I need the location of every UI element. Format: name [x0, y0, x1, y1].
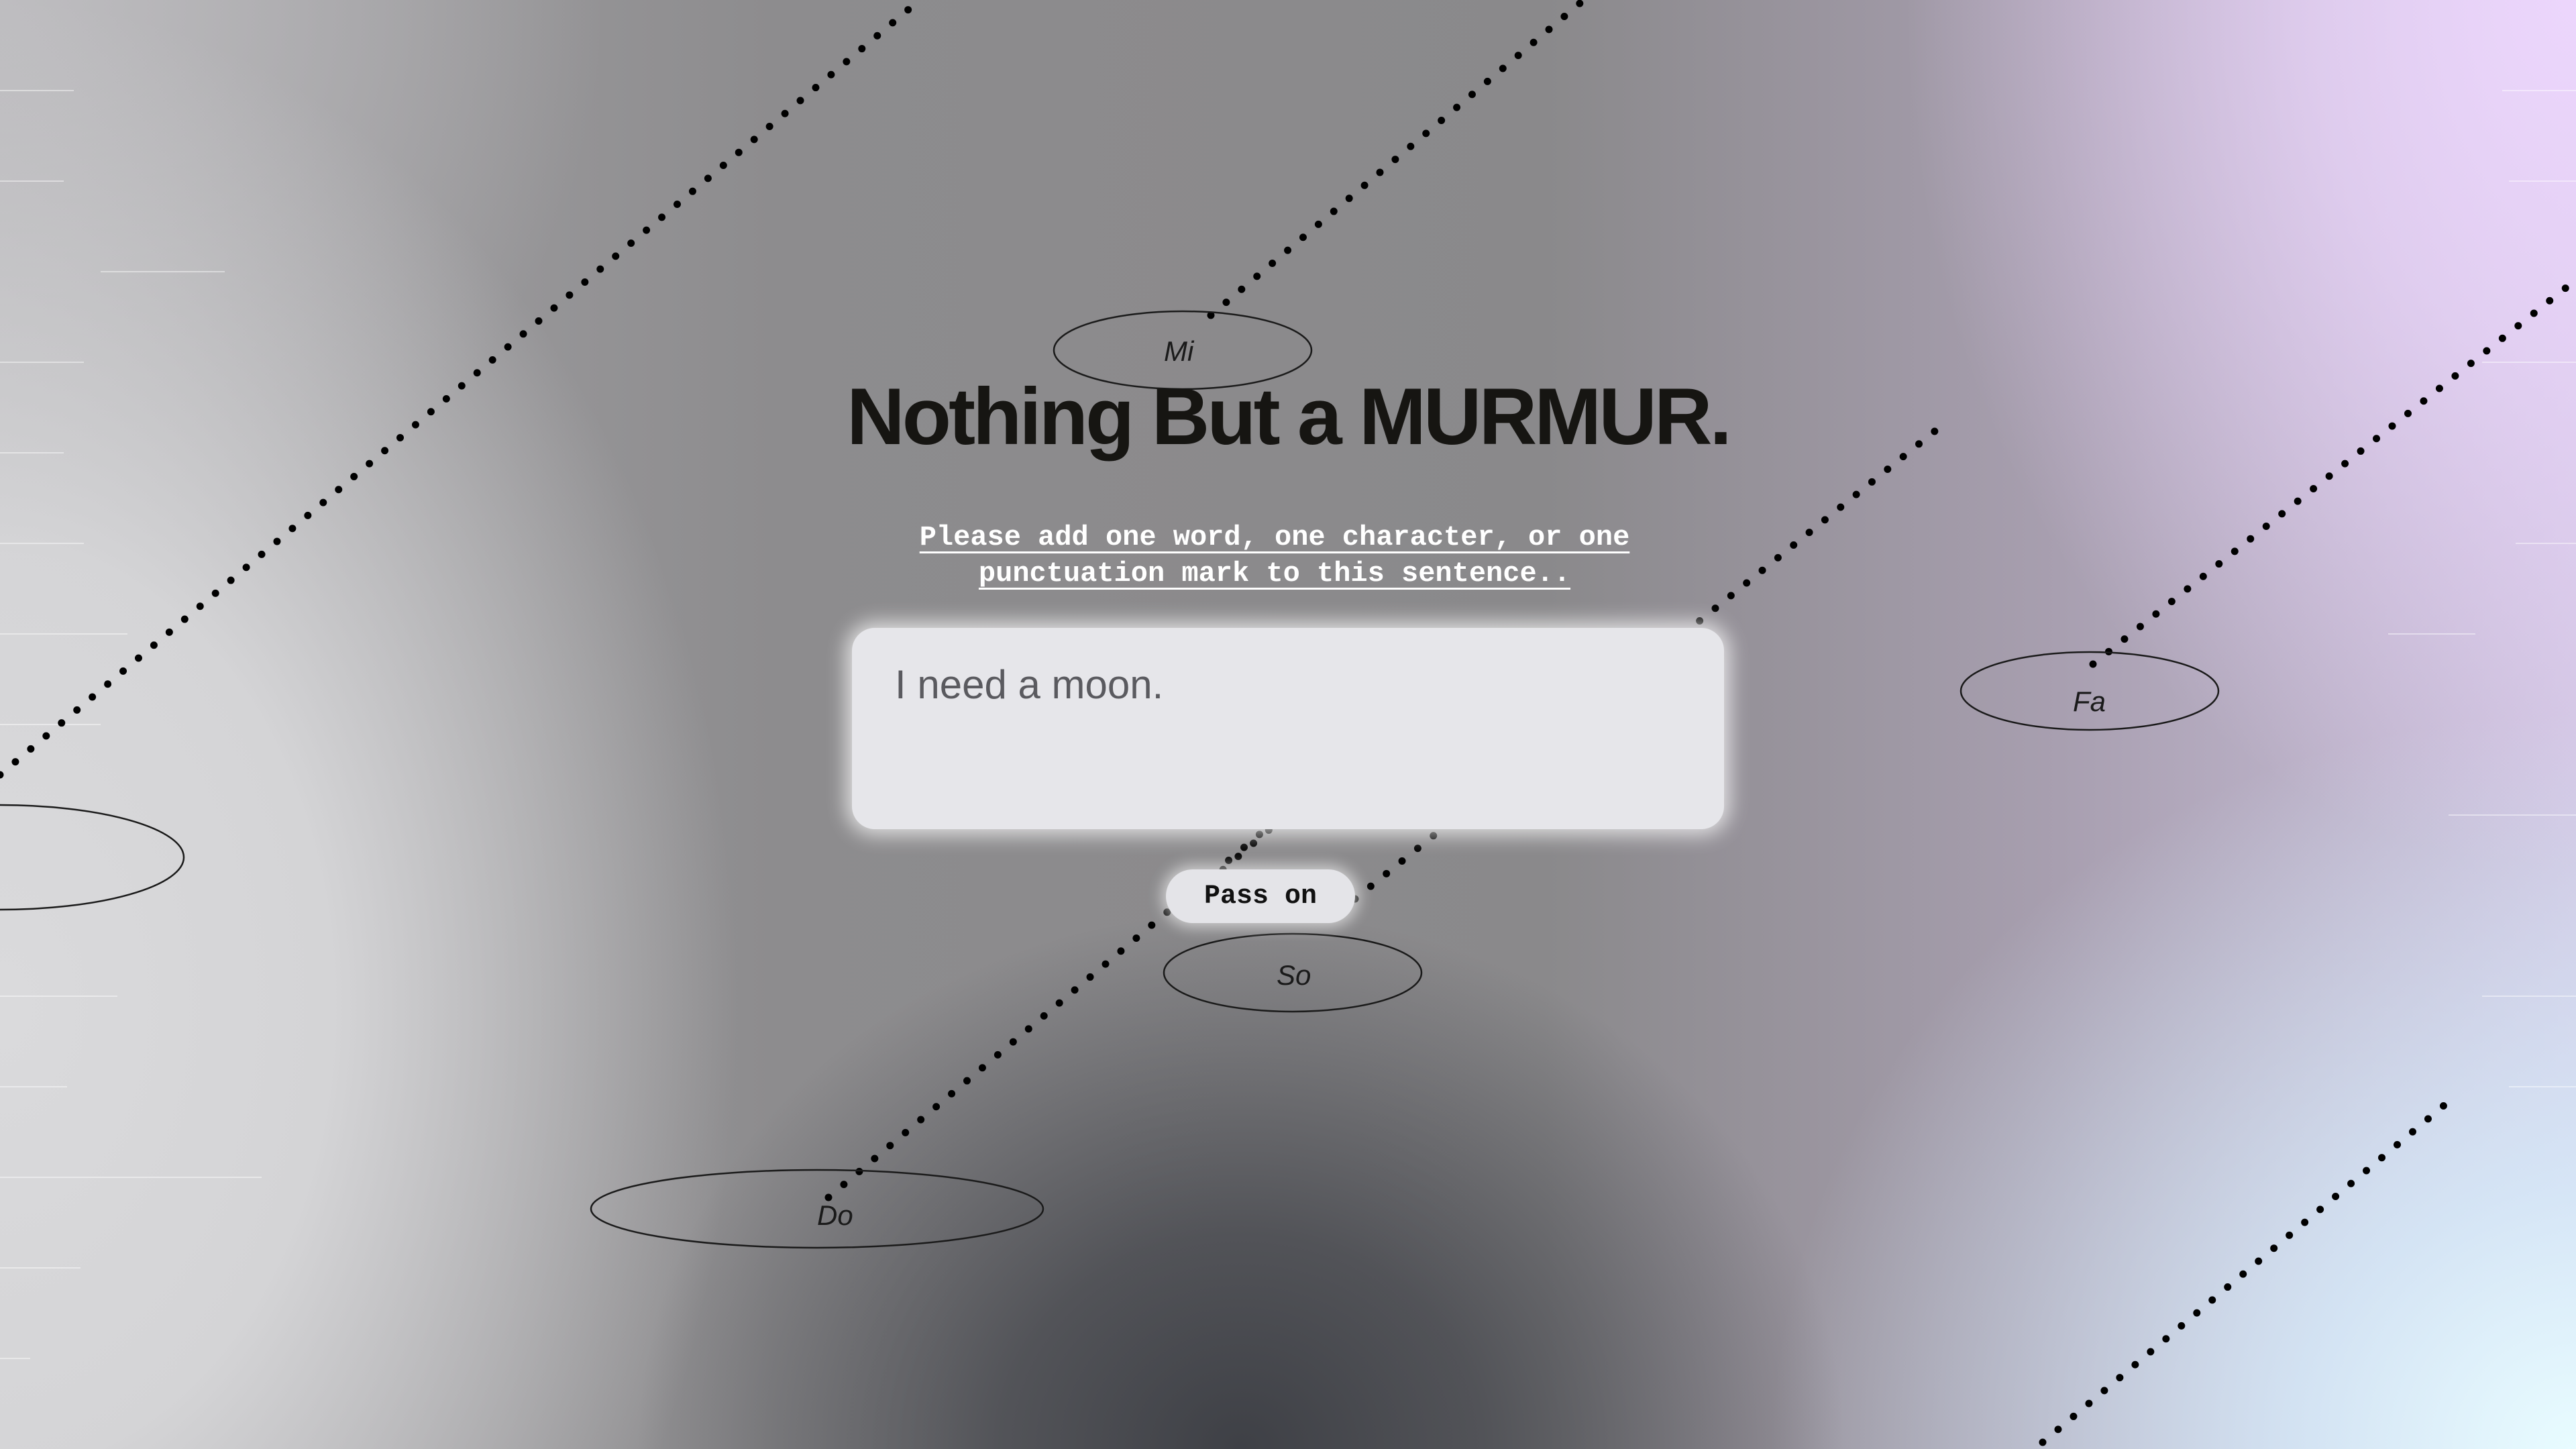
note-label-do: Do [817, 1199, 853, 1231]
note-label-so: So [1277, 959, 1311, 991]
dotted-line-7 [2039, 1095, 2456, 1446]
note-label-fa: Fa [2073, 686, 2106, 717]
dotted-line-6 [2089, 281, 2573, 668]
sentence-input[interactable]: I need a moon. [852, 628, 1724, 829]
instruction-text: Please add one word, one character, or o… [919, 521, 1630, 590]
page-title: Nothing But a MURMUR. [847, 372, 1732, 462]
dotted-line-2 [1207, 0, 1584, 319]
pass-on-button[interactable]: Pass on [1166, 869, 1355, 923]
note-label-mi: Mi [1164, 335, 1195, 367]
note-ellipse-offscreen [0, 804, 185, 911]
